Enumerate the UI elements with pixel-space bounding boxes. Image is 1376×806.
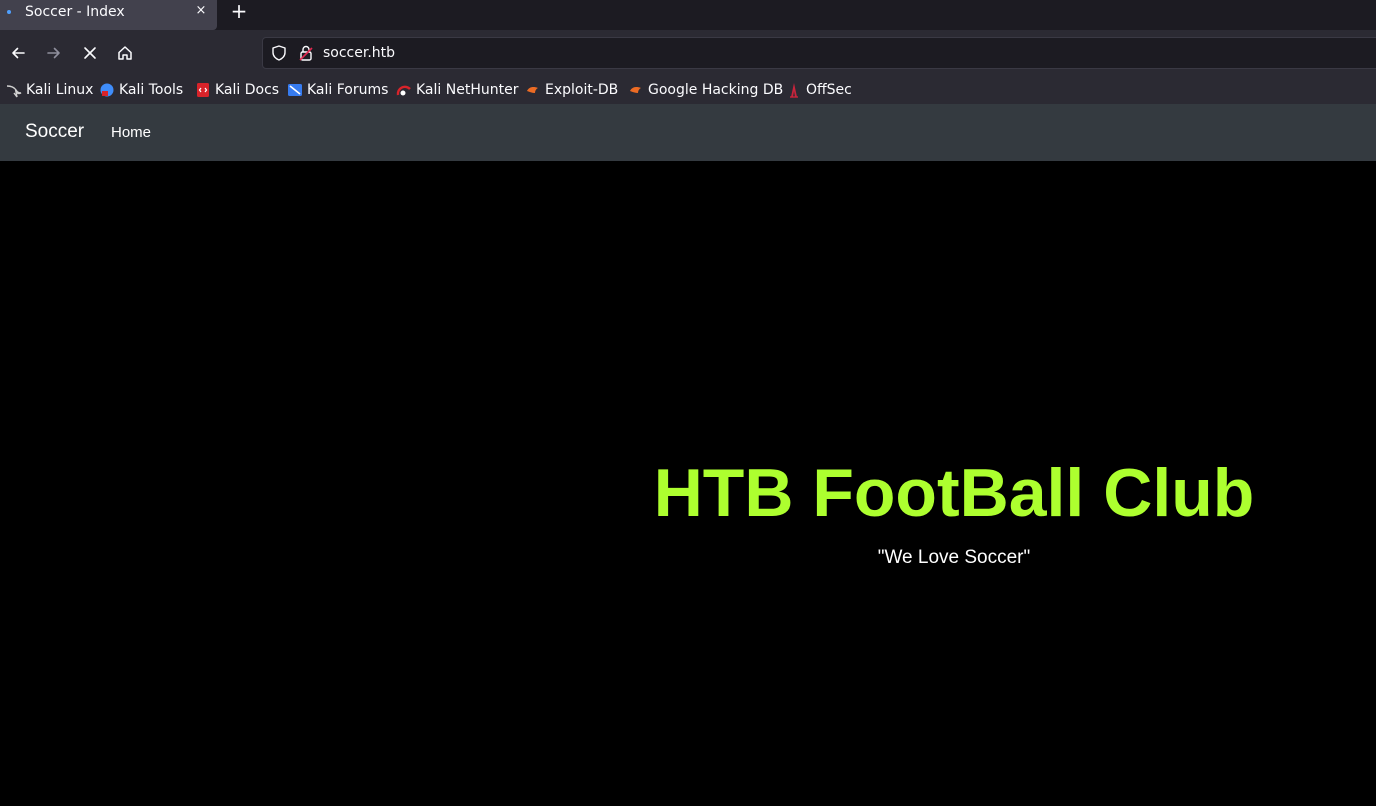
nav-home-link[interactable]: Home	[111, 124, 151, 142]
bookmark-label: Exploit-DB	[545, 82, 619, 98]
tab-close-icon[interactable]: ×	[194, 4, 208, 18]
bookmark-label: Kali Docs	[215, 82, 280, 98]
back-button[interactable]	[6, 41, 30, 65]
bookmark-offsec[interactable]: OffSec	[786, 80, 852, 100]
shield-icon[interactable]	[270, 44, 288, 62]
arrow-right-icon	[47, 47, 60, 59]
bookmark-label: Kali NetHunter	[416, 82, 519, 98]
ghdb-icon	[630, 87, 641, 93]
kali-dragon-icon	[6, 85, 22, 98]
bookmark-label: Kali Forums	[307, 82, 389, 98]
url-text[interactable]: soccer.htb	[323, 44, 395, 62]
url-bar[interactable]: soccer.htb	[262, 37, 1376, 69]
bookmark-label: Google Hacking DB	[648, 82, 784, 98]
active-tab[interactable]: Soccer - Index ×	[0, 0, 217, 30]
exploit-db-icon	[527, 87, 538, 93]
home-icon	[118, 46, 132, 60]
kali-docs-icon	[197, 83, 209, 97]
bookmark-kali-linux[interactable]: Kali Linux	[6, 80, 93, 100]
offsec-icon	[790, 83, 798, 98]
bookmarks-bar: Kali Linux Kali Tools Kali Docs Kali For…	[0, 76, 1376, 104]
hero-section: HTB FootBall Club "We Love Soccer"	[0, 161, 1376, 806]
bookmark-label: Kali Tools	[119, 82, 184, 98]
kali-tools-icon	[100, 83, 114, 97]
tab-title: Soccer - Index	[25, 4, 125, 20]
bookmark-kali-nethunter[interactable]: Kali NetHunter	[396, 80, 518, 100]
bookmark-kali-forums[interactable]: Kali Forums	[287, 80, 388, 100]
stop-button[interactable]	[78, 41, 102, 65]
tab-strip: Soccer - Index × +	[0, 0, 1376, 30]
site-brand-link[interactable]: Soccer	[25, 121, 84, 143]
close-icon	[84, 47, 96, 59]
bookmark-exploit-db[interactable]: Exploit-DB	[525, 80, 618, 100]
nethunter-icon	[396, 85, 411, 96]
bookmark-label: Kali Linux	[26, 82, 94, 98]
favicon-icon	[7, 10, 11, 14]
new-tab-button[interactable]: +	[229, 1, 249, 22]
kali-forums-icon	[288, 84, 302, 96]
home-button[interactable]	[113, 41, 137, 65]
hero-subtitle: "We Love Soccer"	[877, 547, 1031, 568]
bookmark-kali-tools[interactable]: Kali Tools	[99, 80, 183, 100]
insecure-lock-icon[interactable]	[297, 44, 315, 62]
hero-title: HTB FootBall Club	[653, 455, 1255, 531]
forward-button[interactable]	[42, 41, 66, 65]
bookmark-google-hacking-db[interactable]: Google Hacking DB	[628, 80, 783, 100]
navigation-toolbar: soccer.htb	[0, 30, 1376, 76]
bookmark-label: OffSec	[806, 82, 852, 98]
site-navbar: Soccer Home	[0, 104, 1376, 161]
arrow-left-icon	[12, 47, 25, 59]
bookmark-kali-docs[interactable]: Kali Docs	[195, 80, 279, 100]
